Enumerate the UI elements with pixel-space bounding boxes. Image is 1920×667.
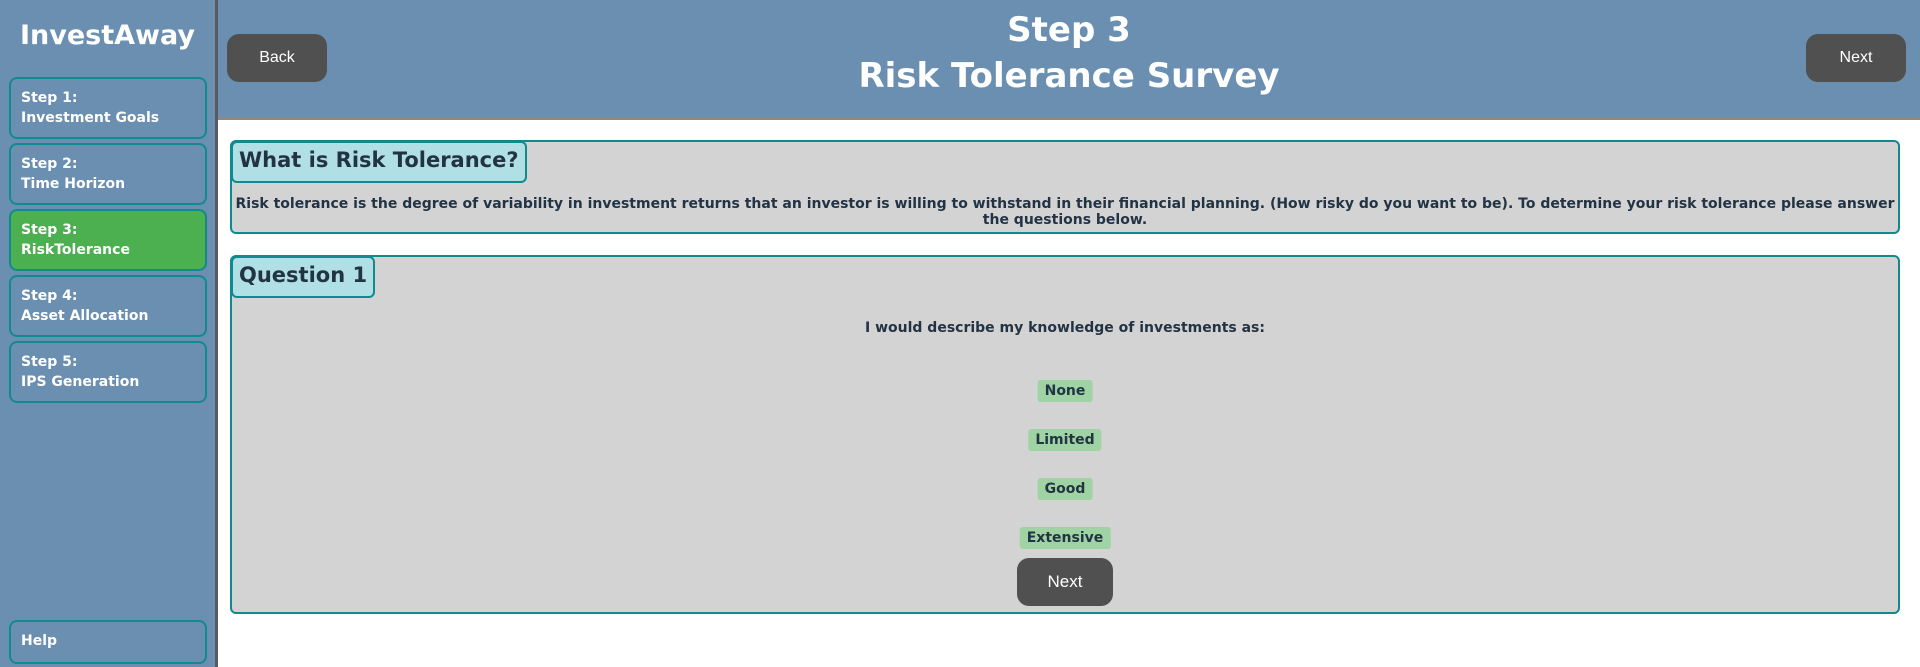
option-limited[interactable]: Limited [1028, 429, 1102, 451]
top-bar: Back Step 3 Risk Tolerance Survey Next [218, 0, 1920, 120]
step-number: Step 5: [21, 354, 78, 370]
next-button-label: Next [1839, 49, 1873, 66]
help-button[interactable]: Help [9, 620, 207, 664]
question-next-button[interactable]: Next [1017, 558, 1113, 606]
option-good[interactable]: Good [1037, 478, 1093, 500]
option-extensive[interactable]: Extensive [1019, 527, 1111, 549]
page-title: Step 3 Risk Tolerance Survey [218, 8, 1920, 100]
info-panel: What is Risk Tolerance? Risk tolerance i… [230, 140, 1900, 234]
step-label: RiskTolerance [21, 242, 130, 258]
app-logo-text: InvestAway [20, 20, 195, 51]
question-panel: Question 1 I would describe my knowledge… [230, 255, 1900, 614]
sidebar-step-1[interactable]: Step 1: Investment Goals [9, 77, 207, 139]
question-next-label: Next [1047, 572, 1083, 591]
sidebar-step-4[interactable]: Step 4: Asset Allocation [9, 275, 207, 337]
sidebar: InvestAway Step 1: Investment Goals Step… [0, 0, 218, 667]
info-text: Risk tolerance is the degree of variabil… [235, 196, 1895, 228]
step-label: Investment Goals [21, 110, 160, 126]
page-step: Step 3 [1007, 10, 1131, 50]
info-heading: What is Risk Tolerance? [231, 141, 527, 183]
step-number: Step 3: [21, 222, 78, 238]
question-heading: Question 1 [231, 256, 376, 298]
option-none[interactable]: None [1037, 380, 1093, 402]
sidebar-step-5[interactable]: Step 5: IPS Generation [9, 341, 207, 403]
question-prompt: I would describe my knowledge of investm… [865, 320, 1265, 336]
sidebar-step-3[interactable]: Step 3: RiskTolerance [9, 209, 207, 271]
next-button[interactable]: Next [1806, 34, 1906, 82]
step-number: Step 2: [21, 156, 78, 172]
step-number: Step 1: [21, 90, 78, 106]
help-label: Help [21, 633, 58, 649]
step-label: Time Horizon [21, 176, 126, 192]
sidebar-step-2[interactable]: Step 2: Time Horizon [9, 143, 207, 205]
step-number: Step 4: [21, 288, 78, 304]
step-label: Asset Allocation [21, 308, 149, 324]
page-heading: Risk Tolerance Survey [858, 56, 1280, 96]
step-label: IPS Generation [21, 374, 140, 390]
